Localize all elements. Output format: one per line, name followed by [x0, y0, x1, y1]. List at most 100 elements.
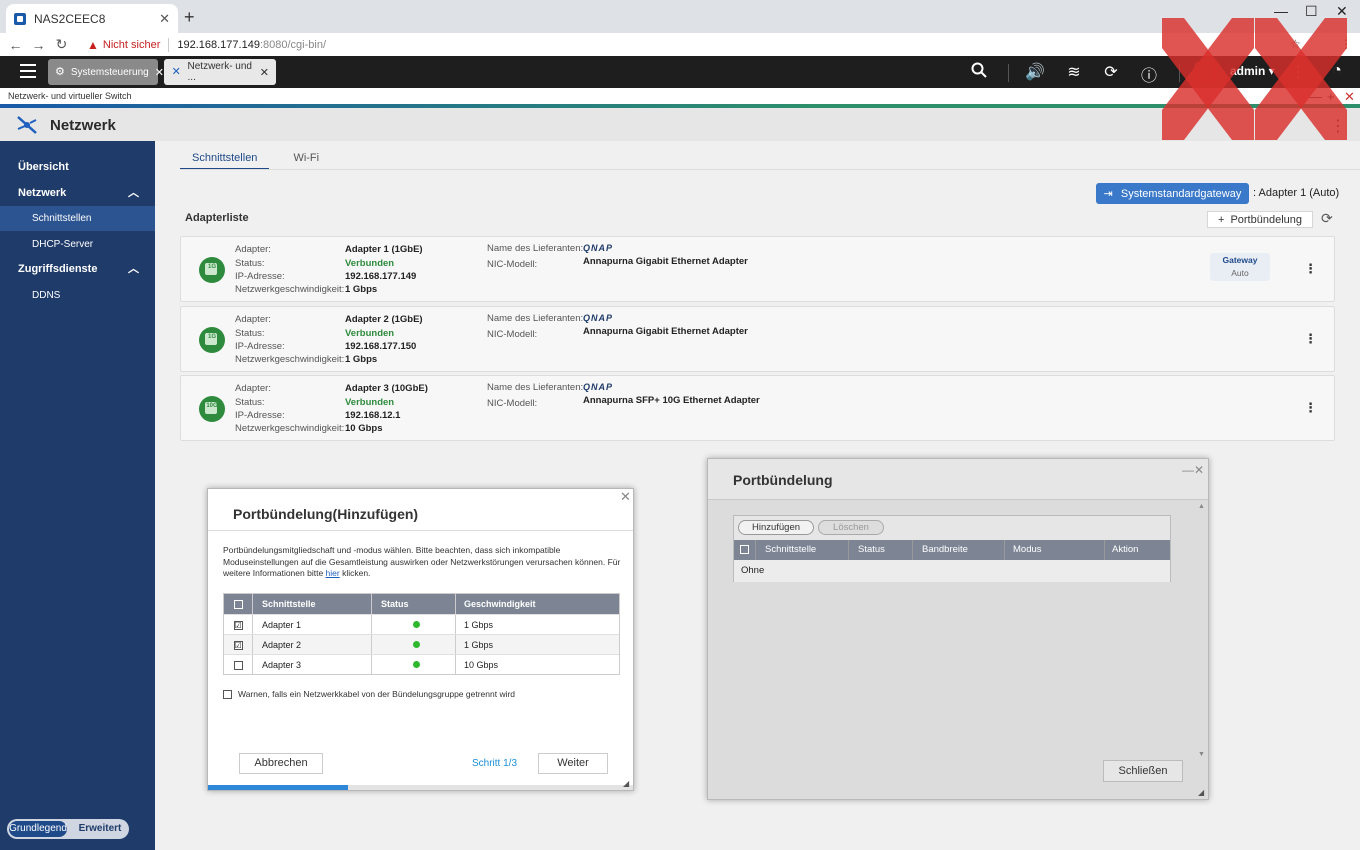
row-checkbox[interactable]: ☑ — [224, 615, 253, 635]
delete-button[interactable]: Löschen — [818, 520, 884, 535]
user-menu[interactable]: admin ▾ — [1230, 64, 1275, 78]
sidebar-item-zugriffsdienste[interactable]: Zugriffsdienste ︿ — [0, 257, 155, 282]
port-trunking-button[interactable]: + Portbündelung — [1207, 211, 1313, 228]
dashboard-icon[interactable]: ◔ — [1326, 62, 1348, 80]
scroll-up-icon[interactable]: ▲ — [1198, 503, 1205, 510]
avatar[interactable] — [1195, 62, 1215, 82]
tab-wifi[interactable]: Wi-Fi — [281, 152, 331, 170]
mode-switch[interactable]: Grundlegend Erweitert — [7, 819, 129, 839]
sidebar-item-schnittstellen[interactable]: Schnittstellen — [0, 206, 155, 231]
adapter-card[interactable]: 1G Adapter: Status: IP-Adresse: Netzwerk… — [180, 236, 1335, 302]
dialog-title: Portbündelung(Hinzufügen) — [233, 506, 419, 522]
adapter-label: Adapter: — [235, 314, 271, 325]
select-all-checkbox[interactable] — [734, 540, 756, 560]
adapter-card[interactable]: 1G Adapter: Status: IP-Adresse: Netzwerk… — [180, 306, 1335, 372]
warning-icon[interactable]: ▲ — [87, 38, 99, 52]
divider — [180, 169, 1360, 170]
nic-value: Annapurna Gigabit Ethernet Adapter — [583, 326, 748, 337]
divider — [168, 37, 170, 52]
refresh-icon[interactable]: ⟳ — [1321, 210, 1333, 227]
ethernet-port-icon: 10G — [199, 396, 225, 422]
resize-handle-icon[interactable]: ◢ — [623, 779, 629, 788]
divider — [1008, 64, 1009, 82]
status-cell — [372, 635, 456, 655]
more-icon[interactable]: ⋮ — [1304, 331, 1317, 347]
more-icon[interactable]: ⋮ — [1287, 62, 1309, 82]
row-checkbox[interactable] — [224, 655, 253, 675]
window-title-strip: Netzwerk- und virtueller Switch — + ✕ — [0, 88, 1360, 105]
cancel-button[interactable]: Abbrechen — [239, 753, 323, 774]
url-path[interactable]: :8080/cgi-bin/ — [260, 39, 326, 51]
main-menu-icon[interactable] — [20, 64, 36, 78]
close-button[interactable]: Schließen — [1103, 760, 1183, 782]
select-all-checkbox[interactable] — [224, 594, 253, 614]
sync-icon[interactable]: ⟳ — [1100, 62, 1122, 82]
minimize-icon[interactable]: — — [1274, 3, 1288, 19]
mode-advanced[interactable]: Erweitert — [71, 821, 129, 837]
tasks-icon[interactable]: ≋ — [1063, 62, 1085, 82]
window-title: Portbündelung — [733, 472, 833, 488]
tab-label: Systemsteuerung — [70, 66, 149, 78]
plus-icon: + — [1218, 213, 1225, 226]
sidebar-item-uebersicht[interactable]: Übersicht — [0, 155, 155, 180]
browser-tab[interactable]: NAS2CEEC8 ✕ — [6, 4, 178, 33]
maximize-icon[interactable]: + — [1327, 88, 1335, 105]
warn-option[interactable]: Warnen, falls ein Netzwerkkabel von der … — [223, 689, 515, 699]
sidebar-item-netzwerk[interactable]: Netzwerk ︿ — [0, 181, 155, 206]
star-icon[interactable]: ☆ — [1290, 37, 1301, 51]
mode-basic[interactable]: Grundlegend — [9, 821, 67, 837]
column-header: Bandbreite — [913, 540, 1005, 560]
forward-icon[interactable]: → — [27, 37, 50, 53]
status-label: Status: — [235, 258, 265, 269]
tab-systemsteuerung[interactable]: ⚙ Systemsteuerung ✕ — [48, 59, 164, 85]
security-label[interactable]: Nicht sicher — [103, 39, 160, 51]
adapter-name: Adapter 3 (10GbE) — [345, 383, 428, 394]
resize-handle-icon[interactable]: ◢ — [1198, 788, 1204, 797]
close-icon[interactable]: ✕ — [1194, 463, 1204, 477]
close-tab-icon[interactable]: ✕ — [159, 11, 170, 27]
tab-schnittstellen[interactable]: Schnittstellen — [180, 152, 270, 170]
close-icon[interactable]: ✕ — [620, 489, 631, 505]
close-window-icon[interactable]: ✕ — [1336, 3, 1348, 20]
address-bar: ← → ↻ ▲ Nicht sicher 192.168.177.149:808… — [0, 33, 1360, 56]
minimize-icon[interactable]: — — [1182, 463, 1194, 477]
adapter-card[interactable]: 10G Adapter: Status: IP-Adresse: Netzwer… — [180, 375, 1335, 441]
table-row[interactable]: ☑ Adapter 2 1 Gbps — [224, 634, 619, 655]
speaker-icon[interactable]: 🔊 — [1024, 62, 1046, 82]
sidebar-item-label: Schnittstellen — [32, 213, 92, 224]
more-icon[interactable]: ⋮ — [1330, 116, 1346, 136]
browser-menu-icon[interactable]: ⋮ — [1340, 37, 1352, 51]
scroll-down-icon[interactable]: ▼ — [1198, 751, 1205, 758]
search-icon[interactable] — [968, 62, 990, 83]
help-link[interactable]: hier — [326, 568, 340, 578]
system-gateway-button[interactable]: ⇥ Systemstandardgateway — [1096, 183, 1249, 204]
gateway-badge-sub: Auto — [1231, 268, 1249, 278]
adapter-name: Adapter 2 (1GbE) — [345, 314, 423, 325]
next-button[interactable]: Weiter — [538, 753, 608, 774]
back-icon[interactable]: ← — [4, 37, 27, 53]
new-tab-icon[interactable]: + — [184, 7, 195, 28]
sidebar-item-ddns[interactable]: DDNS — [0, 283, 155, 308]
row-checkbox[interactable]: ☑ — [224, 635, 253, 655]
sidebar-item-label: DHCP-Server — [32, 239, 94, 250]
close-icon[interactable]: ✕ — [155, 66, 164, 79]
more-icon[interactable]: ⋮ — [1304, 261, 1317, 277]
table-row[interactable]: ☑ Adapter 1 1 Gbps — [224, 614, 619, 635]
sidebar-item-dhcp-server[interactable]: DHCP-Server — [0, 232, 155, 257]
add-button[interactable]: Hinzufügen — [738, 520, 814, 535]
qts-top-bar: ⚙ Systemsteuerung ✕ ✕ Netzwerk- und ... … — [0, 56, 1360, 88]
close-window-icon[interactable]: ✕ — [1344, 88, 1355, 105]
status-value: Verbunden — [345, 397, 395, 408]
close-icon[interactable]: ✕ — [260, 66, 269, 79]
tab-netzwerk[interactable]: ✕ Netzwerk- und ... ✕ — [164, 59, 276, 85]
minimize-icon[interactable]: — — [1309, 88, 1322, 105]
warn-checkbox[interactable] — [223, 689, 232, 699]
maximize-icon[interactable]: ☐ — [1305, 3, 1318, 20]
gateway-badge: Gateway Auto — [1210, 253, 1270, 281]
status-label: Status: — [235, 397, 265, 408]
info-icon[interactable]: ⓘ — [1138, 62, 1160, 86]
url-host[interactable]: 192.168.177.149 — [177, 39, 260, 51]
table-row[interactable]: Adapter 3 10 Gbps — [224, 654, 619, 675]
more-icon[interactable]: ⋮ — [1304, 400, 1317, 416]
reload-icon[interactable]: ↻ — [50, 36, 73, 53]
